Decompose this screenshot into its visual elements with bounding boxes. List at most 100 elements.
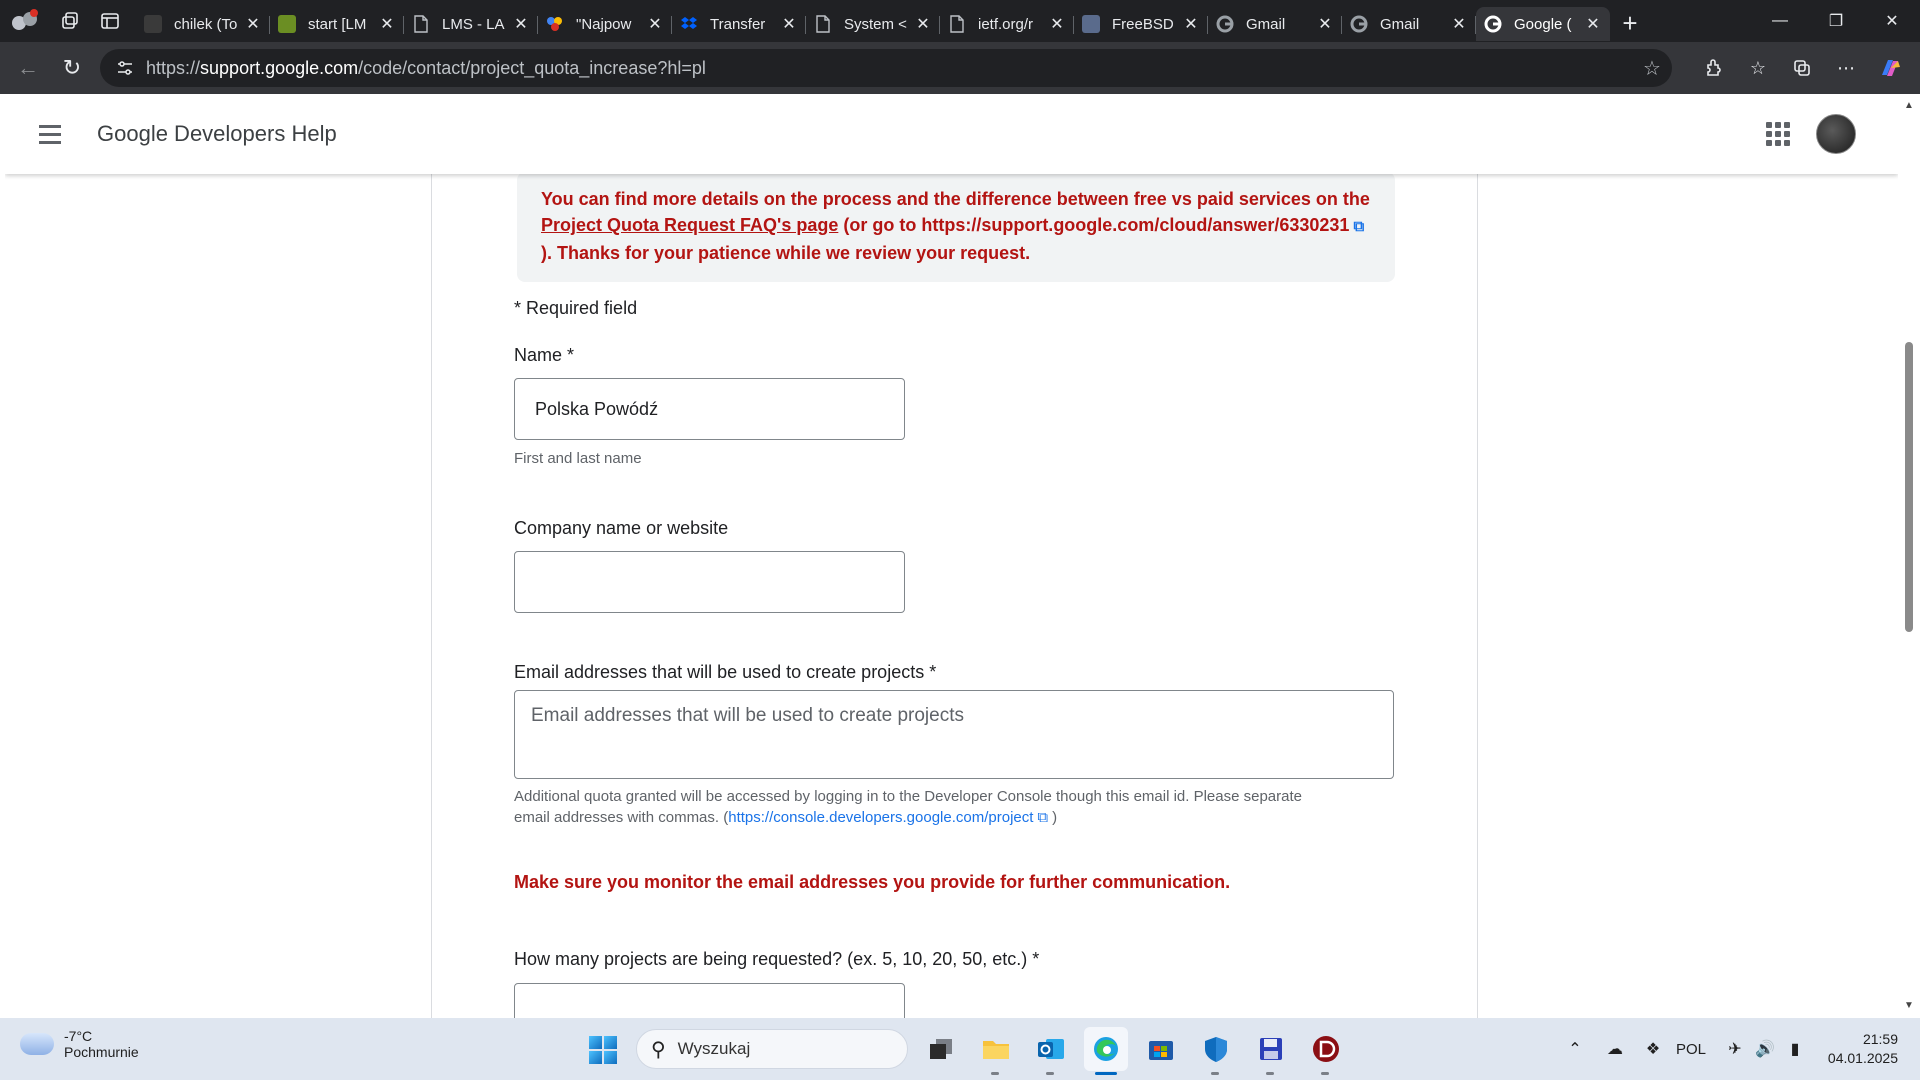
developer-console-link[interactable]: https://console.developers.google.com/pr… [728, 809, 1033, 826]
collections-icon[interactable] [1780, 46, 1824, 90]
close-tab-icon[interactable]: ✕ [378, 14, 396, 34]
start-button-icon[interactable] [580, 1027, 624, 1071]
required-field-note: * Required field [514, 298, 638, 318]
close-tab-icon[interactable]: ✕ [1450, 14, 1468, 34]
omnibox[interactable]: https://support.google.com/code/contact/… [100, 49, 1672, 87]
name-label: Name * [514, 345, 575, 365]
app-title[interactable]: Google Developers Help [97, 121, 337, 147]
google-icon [1350, 15, 1368, 33]
external-link-icon[interactable]: ⧉ [1037, 807, 1048, 828]
close-tab-icon[interactable]: ✕ [244, 14, 262, 34]
browser-tab[interactable]: LMS - LA ✕ [404, 7, 538, 41]
weather-temperature: -7°C [64, 1028, 93, 1044]
google-apps-icon[interactable] [1766, 122, 1790, 146]
taskbar-apps: ⚲ Wyszukaj [580, 1025, 1348, 1075]
save-app-icon[interactable] [1249, 1027, 1293, 1075]
close-tab-icon[interactable]: ✕ [1584, 14, 1602, 34]
airplane-mode-icon[interactable]: ✈ [1720, 1039, 1750, 1059]
browser-tab-bar: chilek (To ✕ start [LM ✕ LMS - LA ✕ "Najpow ✕ Tr… [0, 0, 1920, 42]
document-icon [412, 15, 430, 33]
quota-notice: You can find more details on the process… [517, 172, 1395, 282]
browser-tab[interactable]: chilek (To ✕ [136, 7, 270, 41]
new-tab-button[interactable]: + [1610, 6, 1650, 40]
freebsd-icon [1082, 15, 1100, 33]
edge-browser-icon[interactable] [1084, 1027, 1128, 1075]
company-input[interactable] [514, 551, 905, 613]
email-textarea[interactable]: Email addresses that will be used to cre… [514, 690, 1394, 779]
browser-tab[interactable]: Gmail ✕ [1208, 7, 1342, 41]
taskbar-search[interactable]: ⚲ Wyszukaj [636, 1029, 908, 1069]
tab-title: chilek (To [174, 15, 238, 33]
tab-title: ietf.org/r [978, 15, 1034, 33]
main-menu-icon[interactable] [39, 118, 71, 150]
tab-actions-icon[interactable] [90, 0, 130, 42]
weather-widget[interactable]: -7°C Pochmurnie [20, 1028, 139, 1060]
minimize-icon[interactable]: — [1752, 0, 1808, 42]
scroll-up-icon[interactable]: ▲ [1904, 100, 1914, 111]
reload-icon[interactable]: ↻ [50, 46, 94, 90]
browser-tab[interactable]: System < ✕ [806, 7, 940, 41]
clock[interactable]: 21:59 04.01.2025 [1810, 1030, 1920, 1068]
close-tab-icon[interactable]: ✕ [1048, 14, 1066, 34]
tab-title: FreeBSD [1112, 15, 1174, 33]
browser-tab[interactable]: Transfer ✕ [672, 7, 806, 41]
account-avatar[interactable] [1816, 114, 1856, 154]
url-scheme: https:// [146, 57, 201, 78]
extensions-icon[interactable] [1692, 46, 1736, 90]
browser-tab[interactable]: Gmail ✕ [1342, 7, 1476, 41]
restore-icon[interactable]: ❐ [1808, 0, 1864, 42]
tab-title: LMS - LA [442, 15, 505, 33]
projects-count-label: How many projects are being requested? (… [514, 949, 1040, 969]
favorites-icon[interactable]: ☆ [1736, 46, 1780, 90]
name-input-value: Polska Powódź [535, 398, 659, 419]
window-controls: — ❐ ✕ [1752, 0, 1920, 42]
browser-tab[interactable]: Google (✕ [1476, 7, 1610, 41]
external-link-icon[interactable]: ⧉ [1353, 214, 1364, 240]
faq-link[interactable]: Project Quota Request FAQ's page [541, 215, 838, 235]
browser-tab[interactable]: start [LM ✕ [270, 7, 404, 41]
site-info-icon[interactable] [114, 57, 136, 79]
browser-tab[interactable]: "Najpow ✕ [538, 7, 672, 41]
close-tab-icon[interactable]: ✕ [1182, 14, 1200, 34]
file-explorer-icon[interactable] [974, 1027, 1018, 1075]
projects-count-input[interactable] [514, 983, 905, 1018]
name-input[interactable]: Polska Powódź [514, 378, 905, 440]
more-menu-icon[interactable]: ⋯ [1824, 46, 1868, 90]
input-language[interactable]: POL [1676, 1041, 1706, 1058]
url-text[interactable]: https://support.google.com/code/contact/… [146, 58, 1632, 79]
outlook-icon[interactable] [1029, 1027, 1073, 1075]
close-window-icon[interactable]: ✕ [1864, 0, 1920, 42]
favorite-star-icon[interactable]: ☆ [1632, 56, 1672, 81]
close-tab-icon[interactable]: ✕ [646, 14, 664, 34]
show-hidden-icons-icon[interactable]: ⌃ [1560, 1039, 1590, 1059]
dropbox-icon[interactable]: ❖ [1638, 1039, 1668, 1059]
close-tab-icon[interactable]: ✕ [780, 14, 798, 34]
cloudy-weather-icon [20, 1033, 54, 1055]
scroll-down-icon[interactable]: ▼ [1904, 1000, 1914, 1011]
battery-icon[interactable]: ▮ [1780, 1039, 1810, 1059]
close-tab-icon[interactable]: ✕ [512, 14, 530, 34]
browser-toolbar: ☆ ⋯ [1692, 42, 1920, 94]
running-indicator [1266, 1072, 1274, 1075]
browser-tab[interactable]: ietf.org/r ✕ [940, 7, 1074, 41]
email-help-line-2: email addresses with commas. ( [514, 809, 729, 826]
url-path: /code/contact/project_quota_increase?hl=… [358, 57, 706, 78]
tab-title: start [LM [308, 15, 367, 33]
scrollbar-thumb[interactable] [1905, 342, 1913, 632]
copilot-icon[interactable] [1868, 46, 1912, 90]
volume-icon[interactable]: 🔊 [1750, 1039, 1780, 1059]
onedrive-cloud-icon[interactable]: ☁ [1600, 1039, 1630, 1059]
task-view-icon[interactable] [919, 1027, 963, 1071]
microsoft-store-icon[interactable] [1139, 1027, 1183, 1071]
close-tab-icon[interactable]: ✕ [1316, 14, 1334, 34]
defender-shield-icon[interactable] [1194, 1027, 1238, 1075]
red-d-app-icon[interactable] [1304, 1027, 1348, 1075]
close-tab-icon[interactable]: ✕ [914, 14, 932, 34]
page-scrollbar[interactable]: ▲ ▼ [1898, 94, 1920, 1018]
back-arrow-icon[interactable]: ← [6, 46, 50, 90]
browser-tab[interactable]: FreeBSD ✕ [1074, 7, 1208, 41]
workspaces-icon[interactable] [50, 0, 90, 42]
tab-title: Gmail [1380, 15, 1420, 33]
profile-icon[interactable] [0, 0, 50, 42]
google-icon [1484, 15, 1502, 33]
